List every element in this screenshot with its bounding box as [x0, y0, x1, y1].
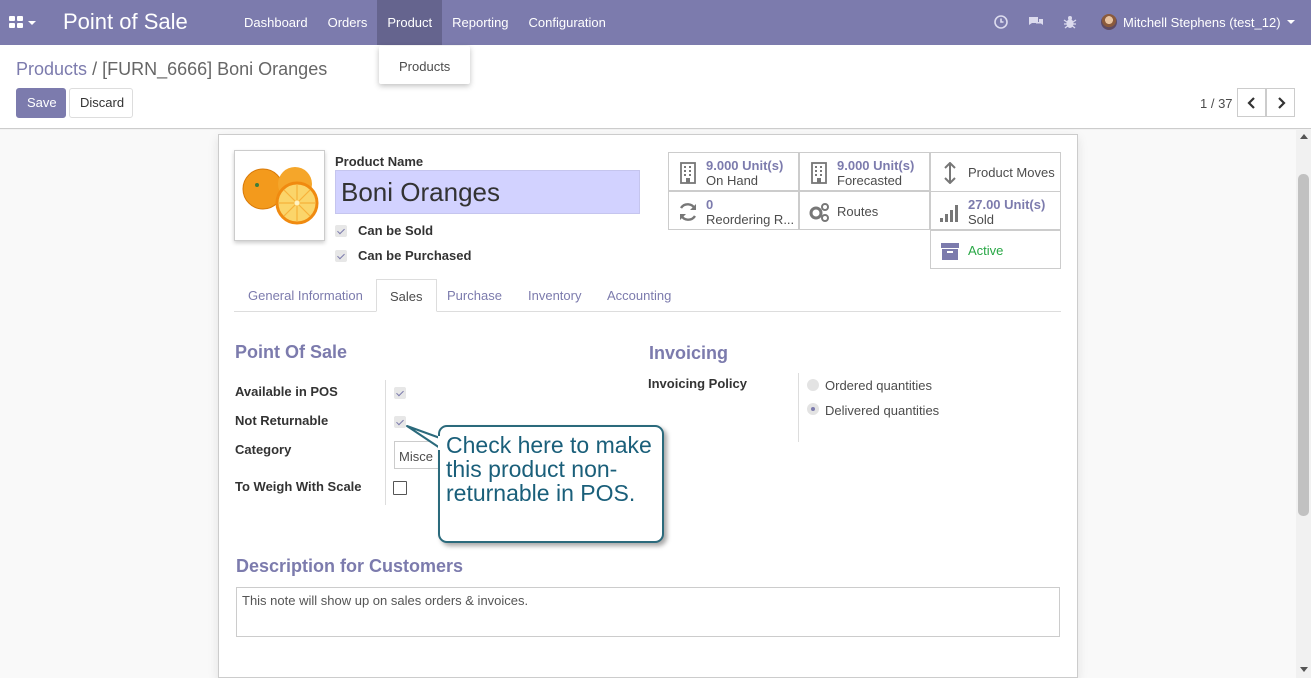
invoicing-policy-label: Invoicing Policy: [648, 376, 747, 391]
scroll-thumb[interactable]: [1298, 174, 1309, 516]
tab-accounting[interactable]: Accounting: [594, 279, 684, 312]
callout-box: Check here to make this product non-retu…: [438, 425, 664, 543]
cogs-icon: [809, 203, 829, 222]
menu-configuration[interactable]: Configuration: [519, 0, 616, 45]
main-menu: Dashboard Orders Product Reporting Confi…: [234, 0, 616, 45]
tab-general-information[interactable]: General Information: [235, 279, 376, 312]
chevron-down-icon: [28, 21, 36, 25]
ordered-quantities-label: Ordered quantities: [825, 378, 932, 393]
product-name-input[interactable]: Boni Oranges: [335, 170, 640, 214]
forecasted-label: Forecasted: [837, 173, 903, 188]
discard-button[interactable]: Discard: [69, 88, 133, 118]
avatar: [1101, 14, 1117, 30]
user-menu[interactable]: Mitchell Stephens (test_12): [1101, 12, 1295, 32]
available-in-pos-label: Available in POS: [235, 384, 338, 399]
active-toggle-button[interactable]: Active: [930, 230, 1061, 269]
pos-label-divider: [385, 380, 386, 505]
chevron-down-icon: [1286, 20, 1295, 24]
can-be-purchased-checkbox[interactable]: [335, 249, 347, 262]
on-hand-button[interactable]: 9.000 Unit(s) On Hand: [668, 152, 799, 191]
delivered-quantities-label: Delivered quantities: [825, 403, 940, 418]
user-name: Mitchell Stephens (test_12): [1123, 14, 1281, 30]
product-image[interactable]: [234, 150, 325, 241]
pos-section-title: Point Of Sale: [235, 342, 348, 362]
reordering-value: 0: [706, 197, 714, 212]
breadcrumb: Products / [FURN_6666] Boni Oranges: [16, 59, 327, 80]
save-button[interactable]: Save: [16, 88, 66, 118]
on-hand-label: On Hand: [706, 173, 759, 188]
tab-inventory[interactable]: Inventory: [515, 279, 594, 312]
sold-label: Sold: [968, 212, 995, 227]
delivered-quantities-radio[interactable]: [807, 403, 819, 415]
archive-icon: [941, 243, 959, 260]
menu-dashboard[interactable]: Dashboard: [234, 0, 318, 45]
to-weigh-label: To Weigh With Scale: [235, 479, 362, 494]
arrows-vertical-icon: [944, 162, 956, 184]
building-icon: [811, 162, 827, 184]
on-hand-value: 9.000 Unit(s): [706, 158, 784, 173]
chevron-left-icon: [1247, 97, 1255, 109]
menu-orders[interactable]: Orders: [318, 0, 378, 45]
reordering-button[interactable]: 0 Reordering R...: [668, 191, 799, 230]
tab-sales[interactable]: Sales: [376, 279, 437, 312]
invoicing-section-title: Invoicing: [649, 343, 729, 363]
menu-product[interactable]: Product: [377, 0, 443, 45]
can-be-sold-checkbox[interactable]: [335, 224, 347, 237]
sold-button[interactable]: 27.00 Unit(s) Sold: [930, 191, 1061, 230]
control-panel: Products / [FURN_6666] Boni Oranges Save…: [0, 45, 1311, 129]
can-be-purchased-label: Can be Purchased: [358, 248, 472, 263]
available-in-pos-checkbox[interactable]: [394, 387, 406, 399]
invoicing-label-divider: [798, 373, 799, 442]
breadcrumb-separator: /: [92, 59, 98, 79]
apps-menu-icon[interactable]: [9, 14, 39, 32]
signal-icon: [940, 205, 958, 222]
sold-value: 27.00 Unit(s): [968, 197, 1046, 212]
reordering-label: Reordering R...: [706, 212, 795, 227]
building-icon: [680, 162, 696, 184]
category-label: Category: [235, 442, 292, 457]
callout-pointer: [406, 425, 444, 450]
product-moves-label: Product Moves: [968, 165, 1055, 180]
to-weigh-checkbox[interactable]: [393, 481, 407, 495]
scroll-up-icon[interactable]: [1300, 134, 1308, 139]
ordered-quantities-radio[interactable]: [807, 379, 819, 391]
product-dropdown: Products: [379, 46, 470, 84]
forecasted-value: 9.000 Unit(s): [837, 158, 915, 173]
can-be-purchased-row: Can be Purchased: [335, 248, 471, 263]
chat-icon[interactable]: [1028, 14, 1044, 30]
dropdown-item-products[interactable]: Products: [399, 59, 450, 74]
bug-icon[interactable]: [1062, 14, 1078, 30]
pager-previous-button[interactable]: [1237, 88, 1266, 117]
product-name-label: Product Name: [335, 154, 424, 169]
refresh-icon: [679, 203, 697, 221]
product-moves-button[interactable]: Product Moves: [930, 152, 1061, 192]
routes-button[interactable]: Routes: [799, 191, 930, 230]
clock-icon[interactable]: [993, 14, 1009, 30]
top-navbar: Point of Sale Dashboard Orders Product R…: [0, 0, 1311, 45]
tab-purchase[interactable]: Purchase: [434, 279, 515, 312]
callout-text: Check here to make this product non-retu…: [446, 432, 652, 506]
active-label: Active: [968, 243, 1004, 258]
breadcrumb-current: [FURN_6666] Boni Oranges: [102, 59, 328, 79]
app-title: Point of Sale: [63, 9, 188, 34]
not-returnable-label: Not Returnable: [235, 413, 329, 428]
can-be-sold-label: Can be Sold: [358, 223, 434, 238]
orange-image: [242, 167, 319, 225]
forecasted-button[interactable]: 9.000 Unit(s) Forecasted: [799, 152, 930, 191]
menu-reporting[interactable]: Reporting: [442, 0, 518, 45]
routes-label: Routes: [837, 204, 879, 219]
scroll-down-icon[interactable]: [1300, 667, 1308, 672]
can-be-sold-row: Can be Sold: [335, 223, 433, 238]
pager-value[interactable]: 1 / 37: [1200, 96, 1233, 111]
vertical-scrollbar[interactable]: [1296, 130, 1311, 678]
chevron-right-icon: [1278, 97, 1286, 109]
pager-next-button[interactable]: [1266, 88, 1295, 117]
description-textarea[interactable]: This note will show up on sales orders &…: [236, 587, 1060, 637]
breadcrumb-products-link[interactable]: Products: [16, 59, 87, 79]
description-section-title: Description for Customers: [236, 556, 464, 576]
